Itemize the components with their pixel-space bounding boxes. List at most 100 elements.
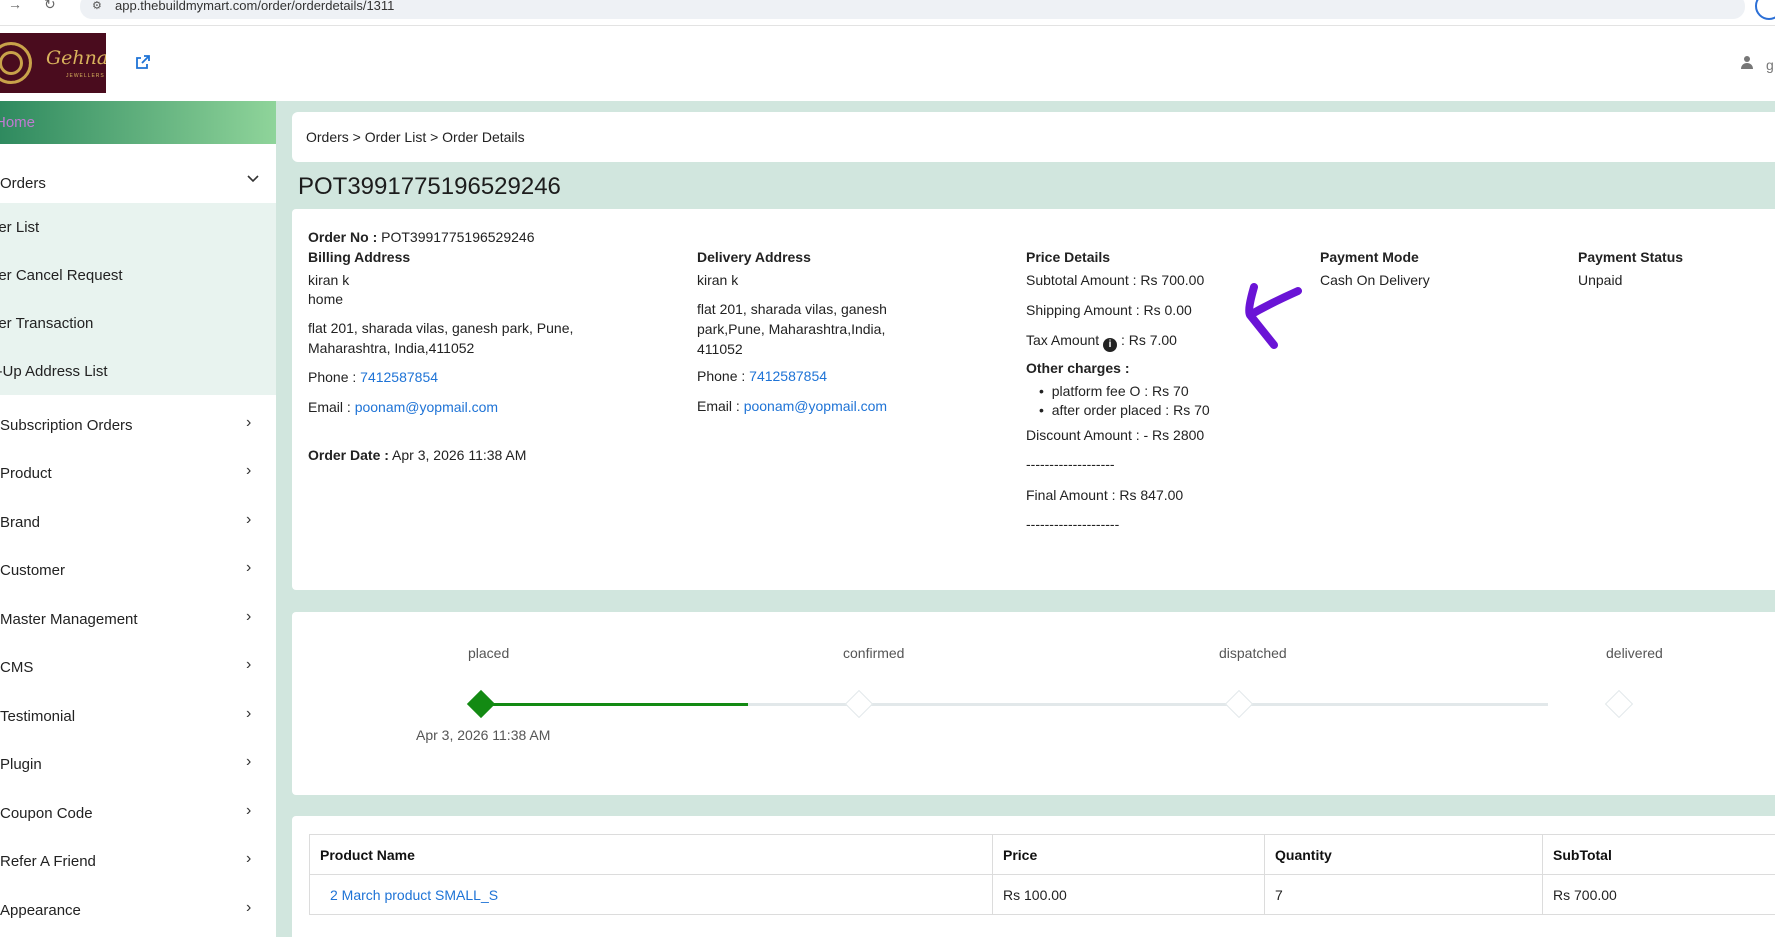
order-status-timeline: placed confirmed dispatched delivered Ap… [292,612,1775,795]
sidebar-item-orders[interactable]: Orders [0,159,276,207]
chevron-down-icon [246,172,260,191]
chevron-right-icon: › [246,462,252,479]
chevron-right-icon: › [246,559,252,576]
info-icon[interactable]: i [1103,338,1118,352]
sidebar: Home Orders der List der Cancel Request … [0,101,276,937]
url-text: app.thebuildmymart.com/order/orderdetail… [115,0,395,13]
address-bar[interactable]: ⚙ app.thebuildmymart.com/order/orderdeta… [80,0,1745,19]
other-charge-item: • after order placed : Rs 70 [1039,402,1210,418]
sidebar-item-refer-a-friend[interactable]: Refer A Friend › [0,837,276,885]
billing-heading: Billing Address [308,249,411,265]
billing-address: flat 201, sharada vilas, ganesh park, Pu… [308,320,574,356]
placed-date: Apr 3, 2026 11:38 AM [416,727,551,743]
chevron-right-icon: › [246,414,252,431]
billing-phone-link[interactable]: 7412587854 [360,369,438,385]
billing-name: kiran k [308,272,350,288]
sidebar-item-home[interactable]: Home [0,101,276,144]
chevron-right-icon: › [246,656,252,673]
table-header-row: Product Name Price Quantity SubTotal [309,834,1775,875]
chevron-right-icon: › [246,850,252,867]
logo-text: Gehna [46,47,106,69]
billing-type: home [308,291,344,307]
billing-email-link[interactable]: poonam@yopmail.com [355,399,498,415]
products-table: Product Name Price Quantity SubTotal 2 M… [309,834,1775,915]
main-content: Orders > Order List > Order Details POT3… [276,101,1775,937]
app-header: Gehna JEWELLERS g [0,26,1775,101]
sidebar-subitem-order-cancel-request[interactable]: der Cancel Request [0,251,276,299]
order-date: Order Date : Apr 3, 2026 11:38 AM [308,447,527,463]
delivery-email: Email : poonam@yopmail.com [697,398,888,414]
final-amount: Final Amount : Rs 847.00 [1026,487,1184,503]
products-card: Product Name Price Quantity SubTotal 2 M… [292,816,1775,937]
payment-status: Unpaid [1578,272,1623,288]
sidebar-item-brand[interactable]: Brand › [0,498,276,546]
stage-label-placed: placed [468,645,510,661]
payment-mode-heading: Payment Mode [1320,249,1419,265]
discount-amount: Discount Amount : - Rs 2800 [1026,427,1205,443]
sidebar-item-appearance[interactable]: Appearance › [0,886,276,934]
subtotal-amount: Subtotal Amount : Rs 700.00 [1026,272,1205,288]
payment-status-heading: Payment Status [1578,249,1684,265]
delivery-phone: Phone : 7412587854 [697,368,828,384]
sidebar-item-subscription-orders[interactable]: Subscription Orders › [0,401,276,449]
order-details-card: Order No : POT3991775196529246 Billing A… [292,209,1775,590]
sidebar-subitem-order-transaction[interactable]: der Transaction [0,299,276,347]
shipping-amount: Shipping Amount : Rs 0.00 [1026,302,1192,318]
sidebar-item-coupon-code[interactable]: Coupon Code › [0,789,276,837]
column-header-price: Price [992,834,1265,875]
chevron-right-icon: › [246,802,252,819]
payment-mode: Cash On Delivery [1320,272,1430,288]
billing-email: Email : poonam@yopmail.com [308,399,499,415]
sidebar-item-plugin[interactable]: Plugin › [0,740,276,788]
user-icon[interactable] [1740,55,1754,73]
breadcrumb-text[interactable]: Orders > Order List > Order Details [306,129,525,145]
product-subtotal: Rs 700.00 [1542,874,1775,915]
sidebar-item-testimonial[interactable]: Testimonial › [0,692,276,740]
stage-label-delivered: delivered [1606,645,1663,661]
sidebar-subitem-order-list[interactable]: der List [0,203,276,251]
delivery-email-link[interactable]: poonam@yopmail.com [744,398,887,414]
external-link-icon[interactable] [135,54,151,75]
stage-marker-confirmed [844,689,874,719]
mandala-icon [0,42,32,84]
chevron-right-icon: › [246,608,252,625]
stage-label-confirmed: confirmed [843,645,905,661]
delivery-heading: Delivery Address [697,249,811,265]
stage-marker-placed [466,689,496,719]
delivery-phone-link[interactable]: 7412587854 [749,368,827,384]
brand-logo[interactable]: Gehna JEWELLERS [0,33,106,93]
breadcrumb: Orders > Order List > Order Details [292,112,1775,162]
stage-marker-delivered [1604,689,1634,719]
chevron-right-icon: › [246,899,252,916]
sidebar-item-cms[interactable]: CMS › [0,643,276,691]
chevron-right-icon: › [246,705,252,722]
other-charges-heading: Other charges : [1026,360,1130,376]
sidebar-item-master-management[interactable]: Master Management › [0,595,276,643]
page-title: POT3991775196529246 [298,173,561,200]
stage-marker-dispatched [1224,689,1254,719]
stage-label-dispatched: dispatched [1219,645,1287,661]
chevron-right-icon: › [246,753,252,770]
price-heading: Price Details [1026,249,1111,265]
product-name-link[interactable]: 2 March product SMALL_S [330,887,498,903]
column-header-product-name: Product Name [309,834,993,875]
chevron-right-icon: › [246,511,252,528]
column-header-quantity: Quantity [1264,834,1543,875]
tax-amount: Tax Amount i : Rs 7.00 [1026,332,1177,352]
reload-icon[interactable]: ↻ [44,0,56,13]
browser-toolbar: → ↻ ⚙ app.thebuildmymart.com/order/order… [0,0,1775,26]
other-charge-item: • platform fee O : Rs 70 [1039,383,1189,399]
arrow-right-icon[interactable]: → [8,0,22,12]
separator-line: ------------------- [1026,456,1115,472]
site-settings-icon[interactable]: ⚙ [92,0,102,12]
billing-phone: Phone : 7412587854 [308,369,439,385]
profile-icon[interactable] [1755,0,1775,20]
sidebar-item-customer[interactable]: Customer › [0,546,276,594]
order-number: Order No : POT3991775196529246 [308,229,535,245]
table-row: 2 March product SMALL_S Rs 100.00 7 Rs 7… [309,874,1775,915]
sidebar-subitem-pickup-address-list[interactable]: k-Up Address List [0,347,276,395]
separator-line: -------------------- [1026,516,1120,532]
timeline-progress [481,703,748,706]
user-name[interactable]: g [1766,57,1774,73]
sidebar-item-product[interactable]: Product › [0,449,276,497]
